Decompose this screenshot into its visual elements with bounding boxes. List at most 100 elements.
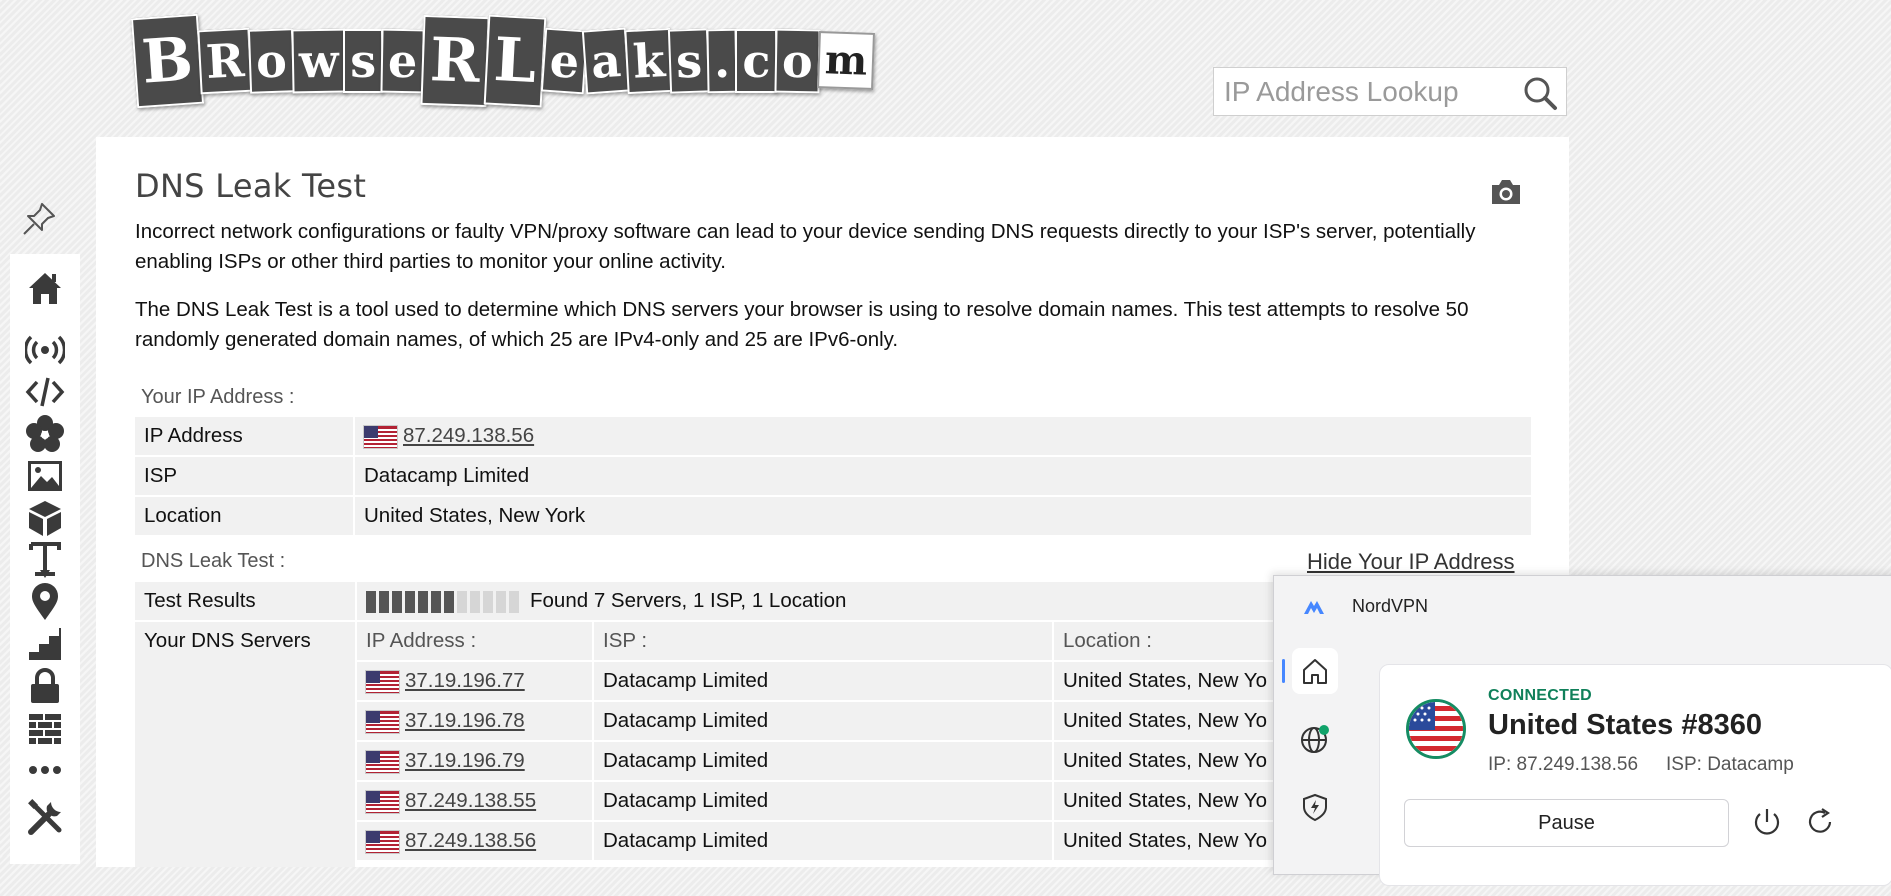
- connection-meta: IP: 87.249.138.56 ISP: Datacamp: [1488, 754, 1822, 776]
- logo-letter: R: [197, 27, 253, 94]
- sidebar-item-flower[interactable]: [25, 414, 65, 454]
- sidebar: [10, 254, 80, 864]
- nordvpn-app-name: NordVPN: [1352, 595, 1429, 616]
- dns-server-ip-link[interactable]: 37.19.196.77: [405, 669, 525, 692]
- ip-address-value-cell: 87.249.138.56: [355, 417, 1531, 457]
- code-icon: [25, 377, 65, 407]
- progress-segment: [418, 591, 428, 614]
- isp-value: Datacamp Limited: [355, 457, 1531, 497]
- nordvpn-nav-threat-protection[interactable]: [1292, 784, 1338, 830]
- globe-icon: [1301, 725, 1329, 753]
- progress-segment: [483, 591, 493, 614]
- logo-letter: k: [623, 27, 674, 94]
- dns-server-isp: Datacamp Limited: [594, 782, 1052, 820]
- logo-letter: e: [380, 28, 425, 93]
- site-logo[interactable]: BRowseRLeaks.com: [130, 8, 876, 113]
- dns-server-ip-cell: 87.249.138.56: [357, 822, 592, 860]
- test-results-text: Found 7 Servers, 1 ISP, 1 Location: [530, 589, 847, 612]
- nordvpn-titlebar: NordVPN: [1302, 594, 1428, 618]
- server-name: United States #8360: [1488, 709, 1763, 741]
- logo-letter: o: [247, 27, 295, 94]
- sidebar-item-image[interactable]: [25, 456, 65, 496]
- table-row: Location United States, New York: [135, 497, 1531, 537]
- more-dots-icon: [29, 766, 61, 774]
- dns-server-isp: Datacamp Limited: [594, 822, 1052, 860]
- home-icon: [1303, 659, 1327, 684]
- logo-letter: s: [343, 28, 384, 93]
- dns-servers-key: Your DNS Servers: [135, 622, 355, 867]
- us-flag-circle-icon: [1406, 699, 1466, 759]
- sidebar-item-lock[interactable]: [25, 666, 65, 706]
- logo-letter: e: [540, 27, 588, 94]
- logo-letter: a: [581, 27, 630, 94]
- brick-wall-icon: [29, 714, 61, 744]
- active-indicator: [1282, 659, 1285, 683]
- broadcast-icon: [23, 335, 67, 365]
- ip-address-key: IP Address: [135, 417, 355, 457]
- dns-test-section-label: DNS Leak Test :: [141, 550, 286, 572]
- power-icon[interactable]: [1750, 805, 1784, 839]
- text-cursor-icon: [29, 542, 61, 578]
- logo-letter: .: [706, 28, 738, 93]
- sidebar-item-home[interactable]: [25, 268, 65, 308]
- ip-address-link[interactable]: 87.249.138.56: [403, 424, 534, 447]
- home-icon: [29, 273, 61, 304]
- pin-icon[interactable]: [20, 200, 58, 238]
- us-flag-icon: [366, 710, 399, 733]
- us-flag-icon: [366, 750, 399, 773]
- sidebar-item-tools[interactable]: [25, 798, 65, 838]
- progress-bar: [366, 583, 522, 621]
- camera-icon[interactable]: [1489, 177, 1523, 207]
- us-flag-icon: [366, 830, 399, 853]
- hide-ip-link[interactable]: Hide Your IP Address: [1307, 549, 1515, 575]
- progress-segment: [366, 591, 376, 614]
- progress-segment: [457, 591, 467, 614]
- intro-paragraph-1: Incorrect network configurations or faul…: [135, 220, 1476, 273]
- progress-segment: [444, 591, 454, 614]
- your-ip-section-label: Your IP Address :: [141, 386, 295, 408]
- search-icon[interactable]: [1522, 75, 1558, 111]
- sidebar-item-location[interactable]: [25, 582, 65, 622]
- ip-lookup-input[interactable]: [1222, 74, 1516, 110]
- sidebar-item-cube[interactable]: [25, 498, 65, 538]
- dns-server-ip-link[interactable]: 37.19.196.79: [405, 749, 525, 772]
- sidebar-item-more[interactable]: [25, 750, 65, 790]
- dns-server-ip-link[interactable]: 87.249.138.56: [405, 829, 536, 852]
- nordvpn-nav-globe[interactable]: [1292, 716, 1338, 762]
- tools-icon: [28, 799, 62, 835]
- progress-segment: [496, 591, 506, 614]
- dns-server-isp: Datacamp Limited: [594, 702, 1052, 740]
- dns-server-ip-link[interactable]: 87.249.138.55: [405, 789, 536, 812]
- dns-server-ip-link[interactable]: 37.19.196.78: [405, 709, 525, 732]
- sidebar-item-wifi[interactable]: [23, 330, 67, 370]
- cube-icon: [29, 501, 61, 536]
- col-header-ip: IP Address :: [357, 622, 592, 660]
- sidebar-item-firewall[interactable]: [25, 708, 65, 748]
- location-pin-icon: [32, 583, 58, 620]
- dns-server-isp: Datacamp Limited: [594, 662, 1052, 700]
- location-key: Location: [135, 497, 355, 537]
- logo-letter: c: [735, 28, 778, 93]
- image-icon: [28, 461, 62, 491]
- connection-status: CONNECTED: [1488, 687, 1593, 704]
- sidebar-item-stairs[interactable]: [25, 624, 65, 664]
- pause-button[interactable]: Pause: [1404, 799, 1729, 847]
- connection-card: CONNECTED United States #8360 IP: 87.249…: [1379, 664, 1891, 886]
- lock-icon: [31, 668, 59, 703]
- logo-letter: L: [483, 14, 547, 107]
- reconnect-icon[interactable]: [1803, 805, 1837, 839]
- page-title: DNS Leak Test: [135, 167, 367, 205]
- progress-segment: [470, 591, 480, 614]
- logo-letter: m: [817, 31, 876, 90]
- sidebar-item-text[interactable]: [25, 540, 65, 580]
- progress-segment: [405, 591, 415, 614]
- progress-segment: [392, 591, 402, 614]
- us-flag-icon: [366, 790, 399, 813]
- nordvpn-nav-home[interactable]: [1292, 648, 1338, 694]
- col-header-isp: ISP :: [594, 622, 1052, 660]
- sidebar-item-code[interactable]: [25, 372, 65, 412]
- logo-letter: w: [291, 28, 346, 93]
- progress-segment: [379, 591, 389, 614]
- logo-letter: o: [774, 28, 821, 93]
- stairs-icon: [29, 628, 61, 660]
